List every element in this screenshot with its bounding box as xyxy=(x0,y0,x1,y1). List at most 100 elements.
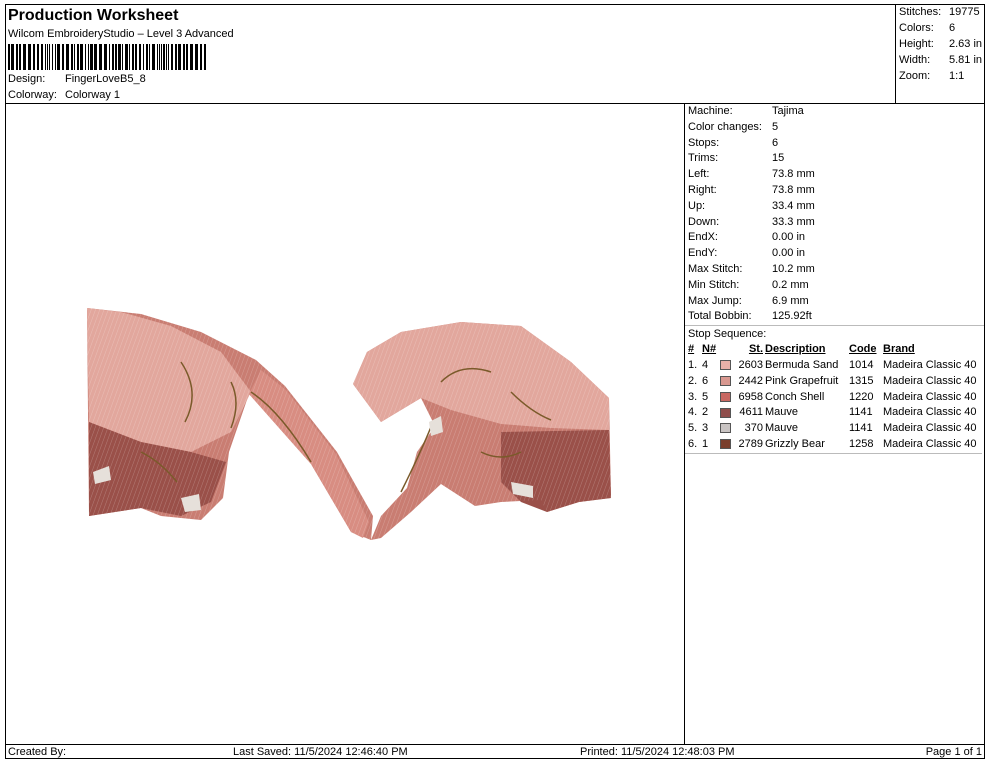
barcode-bar xyxy=(16,44,18,70)
row-code: 1258 xyxy=(849,438,874,451)
row-needle: 3 xyxy=(702,422,709,435)
col-brand: Brand xyxy=(883,343,915,356)
barcode-bar xyxy=(135,44,137,70)
stat-colors: Colors: 6 xyxy=(899,22,956,34)
barcode-bar xyxy=(45,44,46,70)
stats-box: Stitches: 19775 Colors: 6 Height: 2.63 in W… xyxy=(895,5,984,104)
info-row: Total Bobbin: 125.92ft xyxy=(685,309,984,325)
design-label: Design: xyxy=(8,73,46,85)
row-index: 4. xyxy=(688,406,698,419)
table-row: 1. 4 2603 Bermuda Sand 1014 Madeira Classic 4… xyxy=(687,357,978,373)
info-row: Max Jump: 6.9 mm xyxy=(685,294,984,310)
info-row: Stops: 6 xyxy=(685,136,984,152)
barcode-bar xyxy=(23,44,26,70)
row-brand: Madeira Classic 40 xyxy=(883,374,977,387)
row-swatch-cell xyxy=(719,436,734,452)
row-description: Conch Shell xyxy=(765,390,825,403)
info-value: 73.8 mm xyxy=(772,183,815,196)
color-swatch xyxy=(720,423,731,434)
row-brand: Madeira Classic 40 xyxy=(883,422,977,435)
barcode-bar xyxy=(47,44,48,70)
color-swatch xyxy=(720,439,731,450)
barcode-bar xyxy=(171,44,173,70)
info-row: Machine: Tajima xyxy=(685,104,984,120)
info-value: 10.2 mm xyxy=(772,262,815,275)
colorway-row: Colorway: Colorway 1 xyxy=(8,89,120,101)
info-value: Tajima xyxy=(772,105,804,117)
row-code: 1014 xyxy=(849,359,874,372)
info-row: Right: 73.8 mm xyxy=(685,183,984,199)
colorway-value: Colorway 1 xyxy=(65,89,121,101)
barcode-bar xyxy=(62,44,64,70)
barcode-bar xyxy=(37,44,39,70)
row-swatch-cell xyxy=(719,357,734,373)
software-name: Wilcom EmbroideryStudio – Level 3 Advanc… xyxy=(8,28,234,40)
barcode-bar xyxy=(8,44,10,70)
table-row: 4. 2 4611 Mauve 1141 Madeira Classic 40 xyxy=(687,405,978,421)
row-description: Bermuda Sand xyxy=(765,359,839,372)
color-swatch xyxy=(720,391,731,402)
barcode-bar xyxy=(11,44,14,70)
info-row: Color changes: 5 xyxy=(685,120,984,136)
barcode-bar xyxy=(71,44,73,70)
barcode-bar xyxy=(57,44,60,70)
col-needle: N# xyxy=(702,343,717,356)
barcode-bar xyxy=(19,44,21,70)
barcode-bar xyxy=(88,44,89,70)
color-swatch xyxy=(720,375,731,386)
row-description: Grizzly Bear xyxy=(765,438,825,451)
barcode-bar xyxy=(146,44,148,70)
colorway-label: Colorway: xyxy=(8,89,57,101)
info-label: Total Bobbin: xyxy=(688,310,752,323)
barcode-bar xyxy=(204,44,206,70)
info-label: Machine: xyxy=(688,105,733,117)
printed-date: Printed: 11/5/2024 12:48:03 PM xyxy=(580,746,735,758)
info-value: 33.3 mm xyxy=(772,215,815,228)
barcode-bar xyxy=(149,44,150,70)
row-description: Mauve xyxy=(765,406,799,419)
barcode-bar xyxy=(66,44,69,70)
row-index: 3. xyxy=(688,390,698,403)
embroidery-design-image xyxy=(87,308,611,540)
stop-sequence-title: Stop Sequence: xyxy=(685,325,984,341)
info-list: Machine: Tajima Color changes: 5 Stops: 6 Trim… xyxy=(685,104,984,325)
page-title: Production Worksheet xyxy=(8,7,179,24)
barcode-bar xyxy=(115,44,117,70)
row-needle: 5 xyxy=(702,390,709,403)
info-label: Color changes: xyxy=(688,120,762,133)
barcode-bar xyxy=(157,44,158,70)
row-swatch-cell xyxy=(719,389,734,405)
col-swatch xyxy=(719,341,734,357)
worksheet-header: Production Worksheet Wilcom EmbroiderySt… xyxy=(6,5,895,104)
barcode-bar xyxy=(168,44,169,70)
row-stitches: 6958 xyxy=(738,390,763,403)
row-needle: 4 xyxy=(702,359,709,372)
barcode-bar xyxy=(118,44,121,70)
info-label: Max Jump: xyxy=(688,294,742,307)
row-code: 1141 xyxy=(849,422,873,435)
created-by: Created By: xyxy=(8,746,67,758)
barcode-bar xyxy=(55,44,56,70)
row-index: 5. xyxy=(688,422,698,435)
info-row: Left: 73.8 mm xyxy=(685,167,984,183)
barcode-bar xyxy=(33,44,35,70)
col-code: Code xyxy=(849,343,877,356)
barcode-bar xyxy=(80,44,83,70)
info-row: Trims: 15 xyxy=(685,151,984,167)
info-label: Min Stitch: xyxy=(688,278,740,291)
info-value: 0.00 in xyxy=(772,231,806,244)
barcode-bar xyxy=(41,44,43,70)
barcode-bar xyxy=(112,44,114,70)
info-row: Min Stitch: 0.2 mm xyxy=(685,278,984,294)
info-label: Left: xyxy=(688,168,710,181)
barcode-bar xyxy=(163,44,165,70)
col-description: Description xyxy=(765,343,826,356)
barcode-bar xyxy=(28,44,31,70)
barcode-bar xyxy=(195,44,198,70)
worksheet-footer: Created By: Last Saved: 11/5/2024 12:46:… xyxy=(6,744,984,759)
row-stitches: 370 xyxy=(744,422,763,435)
info-label: EndX: xyxy=(688,231,718,244)
barcode-bar xyxy=(85,44,86,70)
row-swatch-cell xyxy=(719,373,734,389)
design-value: FingerLoveB5_8 xyxy=(65,73,146,85)
